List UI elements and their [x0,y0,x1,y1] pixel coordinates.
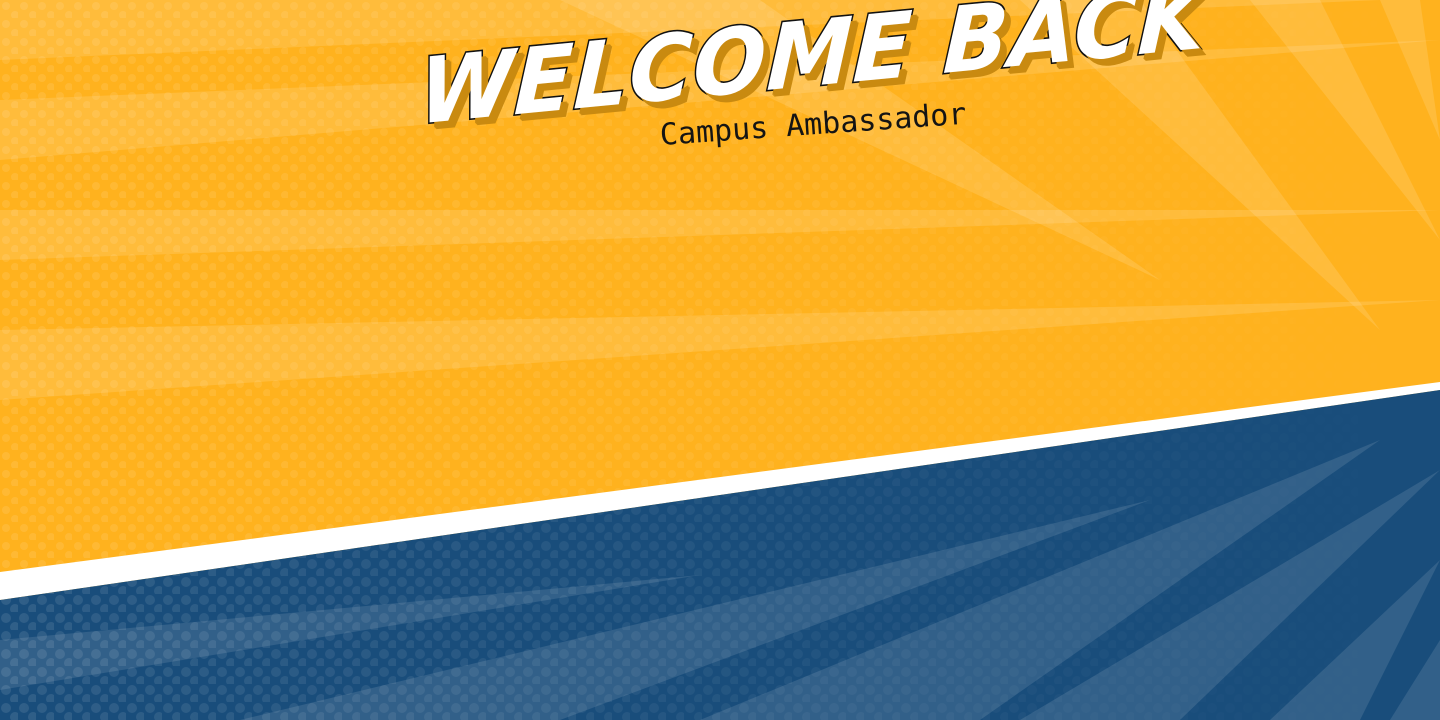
welcome-banner: WELCOME BACK Campus Ambassador [0,0,1440,720]
